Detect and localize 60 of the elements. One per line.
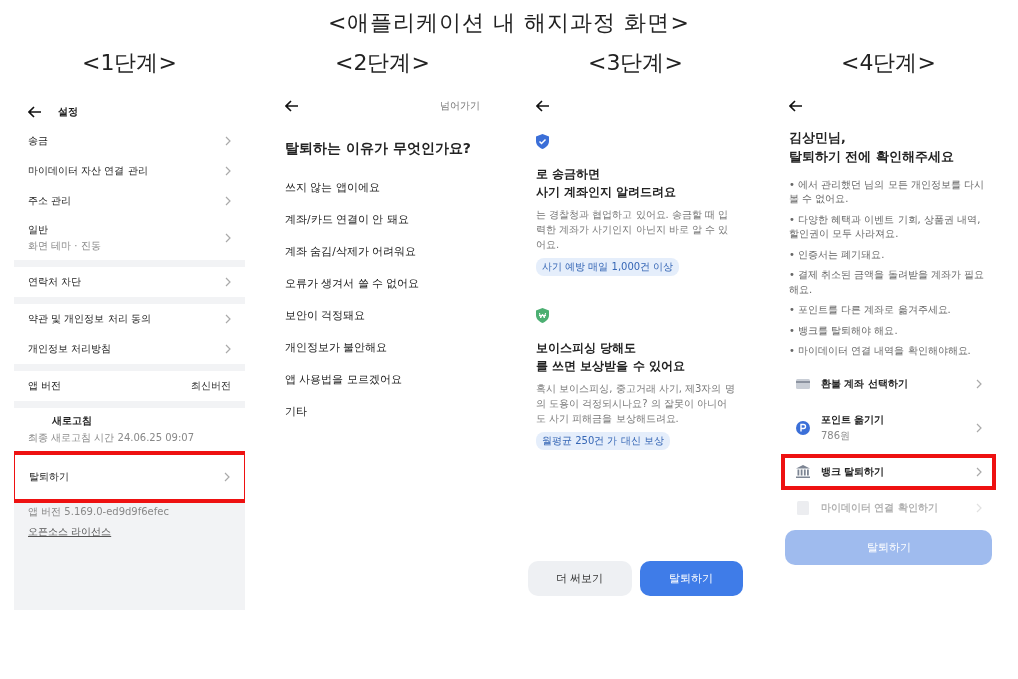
chevron-right-icon xyxy=(976,466,982,477)
benefit-text: 혹시 보이스피싱, 중고거래 사기, 제3자의 명의 도용이 걱정되시나요? 의 잘못이 아니어도 사기 피해금을 보상해드려요. xyxy=(536,382,735,426)
question-heading: 탈퇴하는 이유가 무엇인가요? xyxy=(285,140,472,158)
bank-icon xyxy=(796,465,810,479)
benefit-text: 는 경찰청과 협업하고 있어요. 송금할 때 입력한 계좌가 사기인지 아닌지 바로 알 수 있어요. xyxy=(536,208,730,252)
checklist-action[interactable]: 포인트 옮기기 786원 xyxy=(781,401,996,454)
chevron-right-icon xyxy=(225,136,231,146)
reason-option[interactable]: 보안이 걱정돼요 xyxy=(277,300,488,332)
reason-option[interactable]: 계좌/카드 연결이 안 돼요 xyxy=(277,204,488,236)
notice-item: • 마이데이터 연결 내역을 확인해야해요. xyxy=(789,344,972,359)
chevron-right-icon xyxy=(976,378,982,389)
notice-item: • 뱅크를 탈퇴해야 해요. xyxy=(789,323,899,338)
reason-option[interactable]: 개인정보가 불안해요 xyxy=(277,332,488,364)
shield-won-icon xyxy=(536,308,549,323)
chevron-right-icon xyxy=(225,233,231,243)
back-arrow-icon[interactable] xyxy=(536,100,550,112)
shield-check-icon xyxy=(536,134,549,149)
step-heading: <1단계> xyxy=(82,49,177,77)
notice-item: • 결제 취소된 금액을 돌려받을 계좌가 필요해요. xyxy=(789,268,985,297)
chevron-right-icon xyxy=(225,166,231,176)
checklist-action[interactable]: 환불 계좌 선택하기 xyxy=(781,365,996,402)
keep-using-button[interactable]: 더 써보기 xyxy=(528,561,632,596)
chevron-right-icon xyxy=(225,344,231,354)
reason-option[interactable]: 계좌 숨김/삭제가 어려워요 xyxy=(277,236,488,268)
benefit-tag: 월평균 250건 가 대신 보상 xyxy=(536,432,670,450)
version-text: 앱 버전 5.169.0-ed9d9f6efec xyxy=(28,505,170,519)
reason-option[interactable]: 앱 사용법을 모르겠어요 xyxy=(277,364,488,396)
chevron-right-icon xyxy=(225,277,231,287)
chevron-right-icon xyxy=(976,502,982,513)
notice-item: • 에서 관리했던 님의 모든 개인정보를 다시 볼 수 없어요. xyxy=(789,177,985,207)
greeting-heading: 김상민님, 탈퇴하기 전에 확인해주세요 xyxy=(789,129,955,167)
back-arrow-icon[interactable] xyxy=(28,106,42,118)
checklist-action[interactable]: 뱅크 탈퇴하기 xyxy=(781,453,996,490)
chevron-right-icon xyxy=(224,472,230,482)
notice-item: • 인증서는 폐기돼요. xyxy=(789,247,886,262)
step-heading: <2단계> xyxy=(335,49,430,77)
card-icon xyxy=(796,378,810,389)
reason-option[interactable]: 기타 xyxy=(277,396,488,428)
refresh-section[interactable]: 새로고침 최종 새로고침 시간 24.06.25 09:07 xyxy=(14,408,245,451)
chevron-right-icon xyxy=(225,314,231,324)
notice-item: • 다양한 혜택과 이벤트 기회, 상품권 내역, 할인권이 모두 사라져요. xyxy=(789,212,982,242)
reason-option[interactable]: 오류가 생겨서 쓸 수 없어요 xyxy=(277,268,488,300)
skip-link[interactable]: 넘어가기 xyxy=(440,99,480,113)
reason-option[interactable]: 쓰지 않는 앱이에요 xyxy=(277,172,488,204)
screen-title: 설정 xyxy=(58,105,78,119)
back-arrow-icon[interactable] xyxy=(789,100,803,112)
chevron-right-icon xyxy=(976,422,982,433)
benefit-title: 로 송금하면 사기 계좌인지 알려드려요 xyxy=(536,166,677,201)
step-heading: <4단계> xyxy=(841,49,936,77)
back-arrow-icon[interactable] xyxy=(285,100,299,112)
withdraw-button[interactable]: 탈퇴하기 xyxy=(639,561,743,596)
benefit-title: 보이스피싱 당해도 를 쓰면 보상받을 수 있어요 xyxy=(536,340,685,375)
license-link[interactable]: 오픈소스 라이선스 xyxy=(28,525,112,539)
withdraw-item[interactable]: 탈퇴하기 xyxy=(14,451,245,503)
page-title: <애플리케이션 내 해지과정 화면> xyxy=(328,9,690,37)
step-heading: <3단계> xyxy=(588,49,683,77)
point-coin-icon xyxy=(796,420,810,435)
chevron-right-icon xyxy=(225,196,231,206)
notice-item: • 포인트를 다른 계좌로 옮겨주세요. xyxy=(789,303,952,318)
benefit-tag: 사기 예방 매일 1,000건 이상 xyxy=(536,258,680,276)
